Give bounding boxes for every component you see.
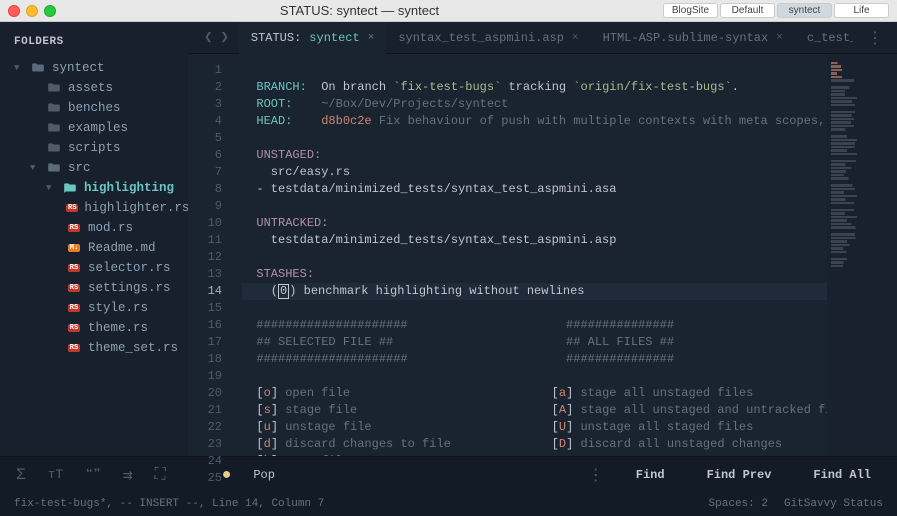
rust-file-icon: RS: [66, 344, 82, 352]
file-item[interactable]: RS theme_set.rs: [62, 338, 188, 358]
chevron-down-icon: ▼: [14, 63, 24, 73]
folder-label: examples: [68, 121, 128, 135]
editor-body[interactable]: 1234567891011121314151617181920212223242…: [188, 54, 897, 456]
rust-file-icon: RS: [66, 224, 82, 232]
chevron-down-icon: ▼: [30, 163, 40, 173]
file-item[interactable]: RS highlighter.rs: [62, 198, 188, 218]
rust-file-icon: RS: [66, 204, 78, 212]
pop-button[interactable]: Pop: [253, 468, 275, 482]
editor-tab[interactable]: c_test_asp.asp×: [795, 22, 853, 54]
find-prev-button[interactable]: Find Prev: [697, 468, 782, 482]
gutter: 1234567891011121314151617181920212223242…: [188, 54, 232, 456]
editor-tab-active[interactable]: STATUS: syntect×: [239, 22, 386, 54]
status-spaces[interactable]: Spaces: 2: [709, 498, 768, 510]
folder-icon: [46, 81, 62, 95]
find-toolbar: Σ ᴛT ❝❞ ⇉ ⛶ ● Pop ⋮ Find Find Prev Find …: [0, 456, 897, 492]
folder-label: src: [68, 161, 91, 175]
file-label: Readme.md: [88, 241, 156, 255]
find-all-button[interactable]: Find All: [803, 468, 881, 482]
file-label: theme.rs: [88, 321, 148, 335]
file-label: style.rs: [88, 301, 148, 315]
folder-icon: [46, 101, 62, 115]
close-icon[interactable]: ×: [368, 32, 375, 44]
project-tab[interactable]: BlogSite: [663, 3, 718, 18]
file-item[interactable]: RS style.rs: [62, 298, 188, 318]
maximize-window-button[interactable]: [44, 5, 56, 17]
close-icon[interactable]: ×: [572, 32, 579, 44]
code-area[interactable]: BRANCH: On branch `fix-test-bugs` tracki…: [232, 54, 827, 456]
chevron-down-icon: ▼: [46, 183, 56, 193]
editor-tab[interactable]: syntax_test_aspmini.asp×: [386, 22, 590, 54]
folder-root[interactable]: ▼ syntect: [14, 58, 188, 78]
folder-item[interactable]: assets: [30, 78, 188, 98]
file-item[interactable]: RS theme.rs: [62, 318, 188, 338]
folder-item-selected[interactable]: ▼ highlighting: [46, 178, 188, 198]
status-left[interactable]: fix-test-bugs*, -- INSERT --, Line 14, C…: [14, 498, 324, 510]
folder-icon: [46, 121, 62, 135]
folder-item[interactable]: examples: [30, 118, 188, 138]
project-tabs: BlogSite Default syntect Life: [663, 3, 889, 18]
file-label: settings.rs: [88, 281, 171, 295]
folder-label: benches: [68, 101, 121, 115]
folder-open-icon: [62, 181, 78, 195]
text-size-icon[interactable]: ᴛT: [48, 467, 64, 482]
status-mode[interactable]: GitSavvy Status: [784, 498, 883, 510]
sidebar: FOLDERS ▼ syntect assets benches example…: [0, 22, 188, 456]
project-tab[interactable]: Life: [834, 3, 889, 18]
sidebar-header: FOLDERS: [0, 30, 188, 58]
markdown-file-icon: M↓: [66, 244, 82, 252]
close-icon[interactable]: ×: [776, 32, 783, 44]
quote-icon[interactable]: ❝❞: [85, 467, 101, 482]
file-label: mod.rs: [88, 221, 133, 235]
close-window-button[interactable]: [8, 5, 20, 17]
project-tab[interactable]: syntect: [777, 3, 832, 18]
selection-icon[interactable]: ⛶: [155, 466, 166, 484]
status-bar: fix-test-bugs*, -- INSERT --, Line 14, C…: [0, 492, 897, 516]
nav-back-icon[interactable]: ❮: [204, 29, 212, 46]
folder-item[interactable]: ▼ src: [30, 158, 188, 178]
folder-item[interactable]: benches: [30, 98, 188, 118]
folder-label: assets: [68, 81, 113, 95]
folder-icon: [46, 141, 62, 155]
file-label: selector.rs: [88, 261, 171, 275]
folder-label: highlighting: [84, 181, 174, 195]
file-item[interactable]: M↓ Readme.md: [62, 238, 188, 258]
file-item[interactable]: RS mod.rs: [62, 218, 188, 238]
file-label: theme_set.rs: [88, 341, 178, 355]
folder-item[interactable]: scripts: [30, 138, 188, 158]
folder-label: syntect: [52, 61, 105, 75]
minimize-window-button[interactable]: [26, 5, 38, 17]
project-tab[interactable]: Default: [720, 3, 775, 18]
titlebar: STATUS: syntect — syntect BlogSite Defau…: [0, 0, 897, 22]
rust-file-icon: RS: [66, 324, 82, 332]
rust-file-icon: RS: [66, 264, 82, 272]
folder-open-icon: [46, 161, 62, 175]
rust-file-icon: RS: [66, 284, 82, 292]
file-label: highlighter.rs: [84, 201, 189, 215]
more-icon[interactable]: ⋮: [853, 28, 897, 48]
nav-forward-icon[interactable]: ❯: [220, 29, 228, 46]
more-icon[interactable]: ⋮: [588, 465, 604, 485]
file-item[interactable]: RS settings.rs: [62, 278, 188, 298]
minimap[interactable]: [827, 54, 897, 456]
file-item[interactable]: RS selector.rs: [62, 258, 188, 278]
window-title: STATUS: syntect — syntect: [62, 3, 657, 18]
tab-bar: ❮ ❯ STATUS: syntect× syntax_test_aspmini…: [188, 22, 897, 54]
sigma-icon[interactable]: Σ: [16, 466, 26, 484]
folder-open-icon: [30, 61, 46, 75]
editor-tab[interactable]: HTML-ASP.sublime-syntax×: [591, 22, 795, 54]
folder-label: scripts: [68, 141, 121, 155]
find-button[interactable]: Find: [626, 468, 675, 482]
rust-file-icon: RS: [66, 304, 82, 312]
wrap-icon[interactable]: ⇉: [123, 465, 133, 485]
lightbulb-icon[interactable]: ●: [222, 466, 232, 484]
